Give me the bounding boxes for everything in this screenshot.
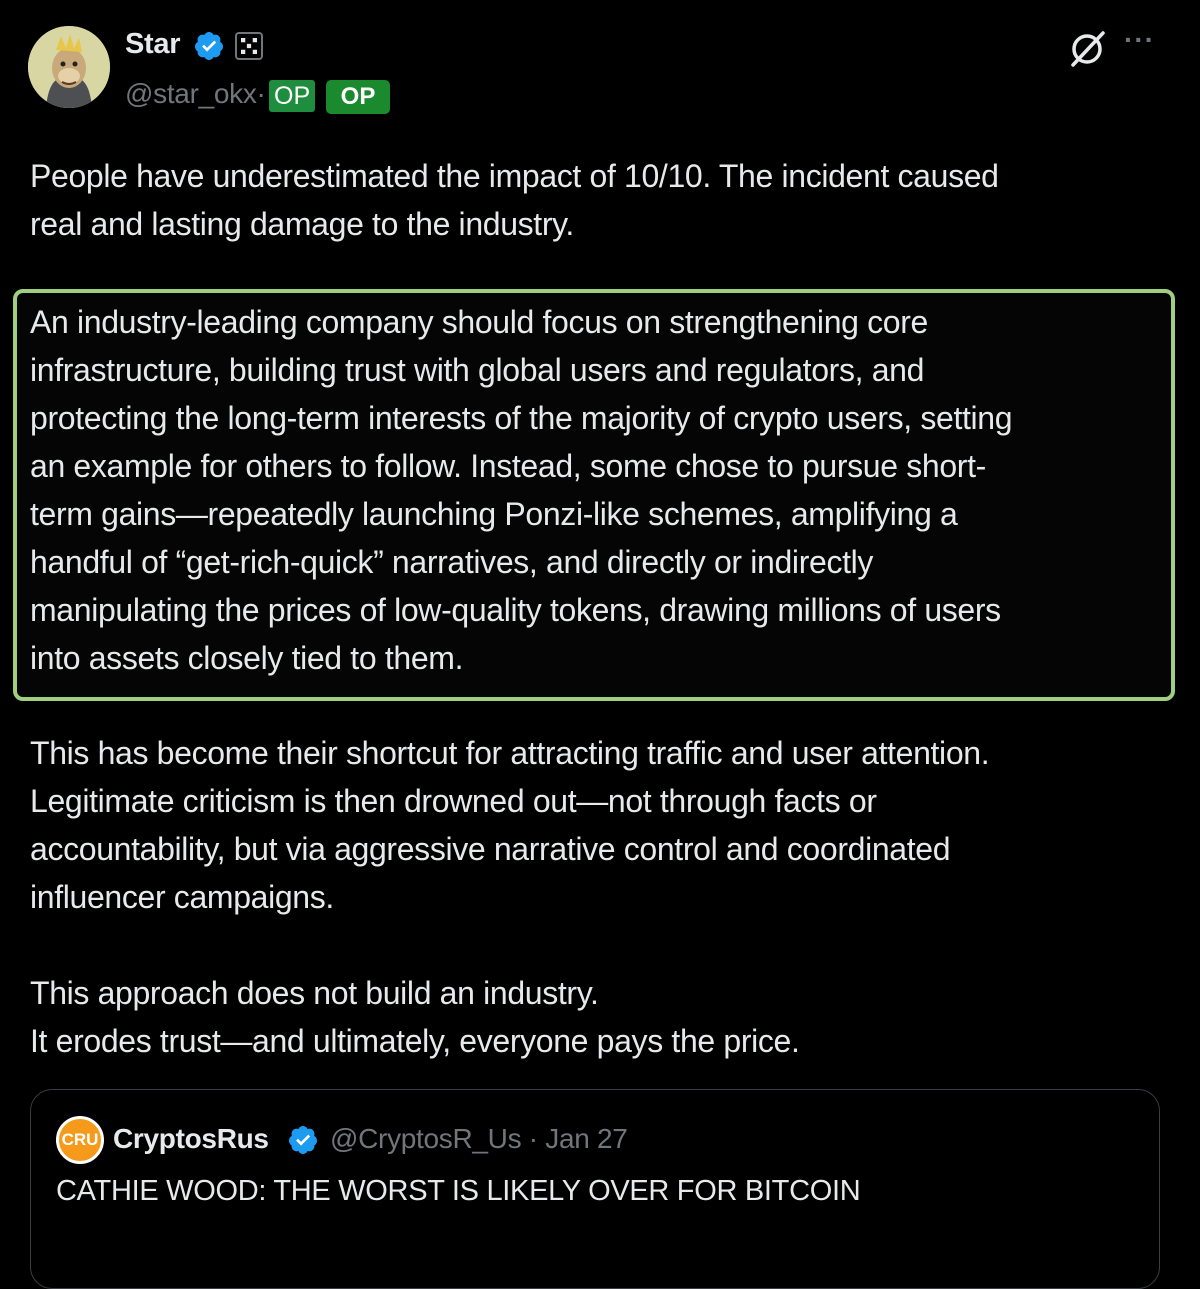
quoted-post-text: CATHIE WOOD: THE WORST IS LIKELY OVER FO…: [56, 1175, 861, 1207]
post-paragraph-2-highlighted: An industry-leading company should focus…: [30, 304, 1013, 676]
author-handle[interactable]: @star_okx·: [125, 78, 266, 110]
grok-icon[interactable]: [1066, 28, 1108, 70]
more-icon[interactable]: ···: [1124, 24, 1155, 56]
post-paragraph-4: This approach does not build an industry…: [30, 975, 800, 1059]
quoted-handle-and-date[interactable]: @CryptosR_Us · Jan 27: [330, 1123, 628, 1155]
quoted-author-avatar[interactable]: CRU: [56, 1116, 104, 1164]
okx-grid-icon: [241, 38, 257, 54]
okx-logo-icon[interactable]: [235, 32, 263, 60]
author-avatar[interactable]: [28, 26, 110, 108]
op-badge: OP: [269, 80, 316, 112]
post-paragraph-1: People have underestimated the impact of…: [30, 158, 999, 242]
quoted-author-name[interactable]: CryptosRus: [113, 1123, 269, 1155]
verified-badge-icon[interactable]: [193, 30, 225, 62]
author-name[interactable]: Star: [125, 28, 181, 61]
op-badge-bold: OP: [326, 80, 390, 114]
post-paragraph-3: This has become their shortcut for attra…: [30, 735, 990, 915]
bored-ape-avatar-icon: [28, 26, 110, 108]
quoted-verified-badge-icon: [288, 1126, 317, 1154]
